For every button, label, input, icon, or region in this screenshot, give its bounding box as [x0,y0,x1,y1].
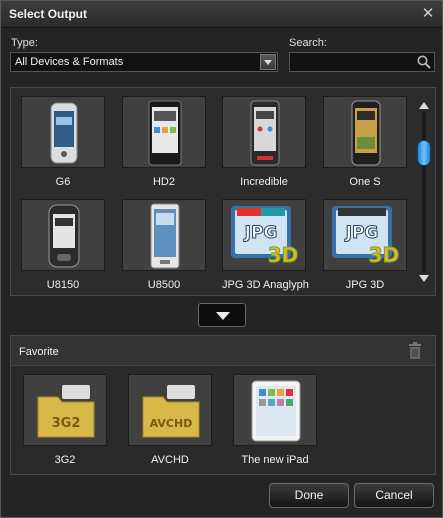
favorite-tile[interactable]: The new iPad [233,374,317,466]
device-tile[interactable]: G6 [21,96,105,188]
device-tile[interactable]: JPG 3D JPG 3D [323,199,407,291]
expand-toggle-button[interactable] [198,303,246,327]
window-title: Select Output [9,7,88,21]
favorite-tile[interactable]: AVCHD AVCHD [128,374,212,466]
type-dropdown[interactable]: All Devices & Formats [10,52,278,72]
device-label: HD2 [152,176,175,188]
trash-icon[interactable] [407,342,423,360]
device-gallery: G6 HD2 Incredible One S U8150 U8500 JPG … [10,87,436,296]
device-tile[interactable]: Incredible [222,96,306,188]
phone-u8500-icon [122,199,206,271]
phone-g6-icon [21,96,105,168]
device-tile[interactable]: HD2 [122,96,206,188]
phone-hd2-icon [122,96,206,168]
jpg-3d-icon: JPG 3D [323,199,407,271]
folder-tag-text: AVCHD [150,417,193,430]
gallery-scrollbar[interactable] [417,102,431,282]
device-tile[interactable]: U8500 [122,199,206,291]
cancel-button[interactable]: Cancel [354,483,434,508]
favorite-label: AVCHD [151,454,189,466]
jpg-badge-text: JPG [345,223,379,243]
favorite-tile[interactable]: 3G2 3G2 [23,374,107,466]
favorite-header: Favorite [11,336,435,366]
device-label: JPG 3D Anaglyph [222,279,309,291]
select-output-dialog: Select Output ✕ Type: All Devices & Form… [0,0,443,518]
phone-one-s-icon [323,96,407,168]
folder-3g2-icon: 3G2 [23,374,107,446]
favorite-label: 3G2 [54,454,76,466]
type-selected-value: All Devices & Formats [15,56,124,68]
ipad-icon [233,374,317,446]
device-tile[interactable]: U8150 [21,199,105,291]
3d-badge-text: 3D [268,243,299,267]
device-label: Incredible [240,176,288,188]
device-label: G6 [55,176,71,188]
scrollbar-rail[interactable] [422,112,426,272]
3d-badge-text: 3D [369,243,400,267]
close-icon[interactable]: ✕ [420,6,436,22]
scroll-up-arrow-icon[interactable] [419,102,429,109]
phone-incredible-icon [222,96,306,168]
title-bar: Select Output ✕ [1,1,442,28]
device-label: U8500 [147,279,181,291]
favorite-label: The new iPad [241,454,309,466]
chevron-down-icon[interactable] [260,54,276,70]
device-label: One S [349,176,381,188]
scroll-down-arrow-icon[interactable] [419,275,429,282]
phone-u8150-icon [21,199,105,271]
favorite-panel: Favorite 3G2 3G2 AVCHD AVCHD The new iPa… [10,335,436,475]
folder-tag-text: 3G2 [52,416,81,431]
search-label: Search: [289,37,327,49]
jpg-3d-anaglyph-icon: JPG 3D [222,199,306,271]
folder-avchd-icon: AVCHD [128,374,212,446]
device-tile[interactable]: JPG 3D JPG 3D Anaglyph [222,199,309,291]
favorite-title: Favorite [19,346,59,358]
device-label: JPG 3D [345,279,385,291]
device-tile[interactable]: One S [323,96,407,188]
search-icon[interactable] [416,54,432,70]
device-label: U8150 [46,279,80,291]
done-button[interactable]: Done [269,483,349,508]
jpg-badge-text: JPG [244,223,278,243]
search-input[interactable] [289,52,435,72]
type-label: Type: [11,37,38,49]
scrollbar-thumb[interactable] [417,140,431,166]
